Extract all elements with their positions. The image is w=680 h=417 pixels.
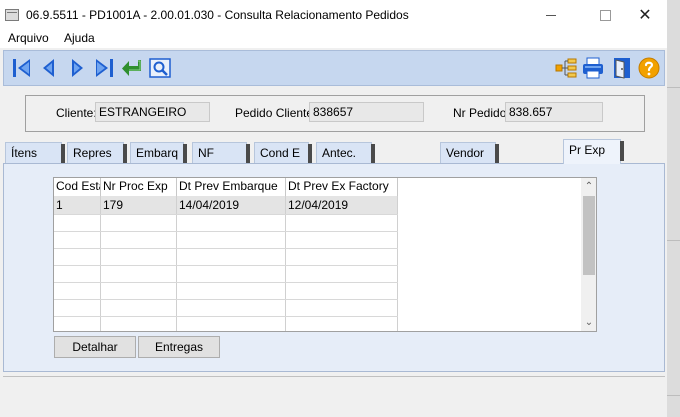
help-icon[interactable] xyxy=(637,56,661,80)
nr-pedido-label: Nr Pedido: xyxy=(453,106,510,120)
scroll-up-icon[interactable]: ⌃ xyxy=(581,179,596,195)
tab-antec[interactable]: Antec. xyxy=(316,142,375,164)
tab-pr-exp[interactable]: Pr Exp xyxy=(563,139,624,164)
tab-label: Repres xyxy=(73,146,112,160)
app-icon xyxy=(5,9,19,21)
tab-vendor[interactable]: Vendor xyxy=(440,142,499,164)
tab-label: Embarq xyxy=(136,146,179,160)
entregas-button[interactable]: Entregas xyxy=(138,336,220,358)
tab-repres[interactable]: Repres xyxy=(67,142,127,164)
tab-nf[interactable]: NF xyxy=(192,142,250,164)
detalhar-button[interactable]: Detalhar xyxy=(54,336,136,358)
menu-ajuda[interactable]: Ajuda xyxy=(64,31,95,45)
exit-door-icon[interactable] xyxy=(610,56,634,80)
pedido-cliente-field: 838657 xyxy=(309,102,424,122)
tab-label: NF xyxy=(198,146,214,160)
previous-record-icon[interactable] xyxy=(37,56,61,80)
column-header-nr-proc-exp[interactable]: Nr Proc Exp xyxy=(101,178,177,196)
tab-label: Antec. xyxy=(322,146,357,160)
tab-label: Ítens xyxy=(11,146,38,160)
maximize-icon xyxy=(599,9,611,21)
cliente-label: Cliente: xyxy=(56,106,97,120)
menu-arquivo[interactable]: Arquivo xyxy=(8,31,49,45)
cell-dt-prev-ex-factory[interactable]: 12/04/2019 xyxy=(286,196,348,214)
zoom-search-icon[interactable] xyxy=(148,56,172,80)
scrollbar-thumb[interactable] xyxy=(583,196,595,275)
tab-cond-e[interactable]: Cond E xyxy=(254,142,312,164)
tab-embarq[interactable]: Embarq xyxy=(130,142,187,164)
return-icon[interactable] xyxy=(120,56,144,80)
export-process-grid[interactable]: Cod Esta Nr Proc Exp Dt Prev Embarque Dt… xyxy=(53,177,597,332)
nr-pedido-field: 838.657 xyxy=(505,102,603,122)
close-icon: ✕ xyxy=(638,7,652,24)
last-record-icon[interactable] xyxy=(92,56,116,80)
column-header-cod-esta[interactable]: Cod Esta xyxy=(54,178,101,196)
menu-bar: Arquivo Ajuda xyxy=(0,30,667,48)
close-button[interactable]: ✕ xyxy=(622,0,668,30)
tree-icon[interactable] xyxy=(554,56,578,80)
cell-dt-prev-embarque[interactable]: 14/04/2019 xyxy=(177,196,239,214)
column-header-dt-prev-embarque[interactable]: Dt Prev Embarque xyxy=(177,178,286,196)
column-header-dt-prev-ex-factory[interactable]: Dt Prev Ex Factory xyxy=(286,178,398,196)
pedido-cliente-label: Pedido Cliente: xyxy=(235,106,317,120)
tab-itens[interactable]: Ítens xyxy=(5,142,65,164)
window-title: 06.9.5511 - PD1001A - 2.00.01.030 - Cons… xyxy=(26,8,409,22)
toolbar xyxy=(3,50,665,86)
cell-cod-esta[interactable]: 1 xyxy=(54,196,63,214)
vertical-scrollbar[interactable]: ⌃ ⌄ xyxy=(581,178,596,331)
cliente-field: ESTRANGEIRO xyxy=(95,102,210,122)
minimize-button[interactable] xyxy=(528,0,574,30)
scroll-down-icon[interactable]: ⌄ xyxy=(581,315,596,331)
title-bar: 06.9.5511 - PD1001A - 2.00.01.030 - Cons… xyxy=(0,0,667,30)
minimize-icon xyxy=(546,14,556,16)
background-window-edge xyxy=(667,0,680,417)
next-record-icon[interactable] xyxy=(65,56,89,80)
printer-icon[interactable] xyxy=(581,56,605,80)
tab-label: Vendor xyxy=(446,146,485,160)
first-record-icon[interactable] xyxy=(10,56,34,80)
application-window: 06.9.5511 - PD1001A - 2.00.01.030 - Cons… xyxy=(0,0,667,417)
tab-label: Pr Exp xyxy=(569,143,606,157)
tab-label: Cond E xyxy=(260,146,301,160)
status-divider xyxy=(3,376,665,377)
cell-nr-proc-exp[interactable]: 179 xyxy=(101,196,123,214)
